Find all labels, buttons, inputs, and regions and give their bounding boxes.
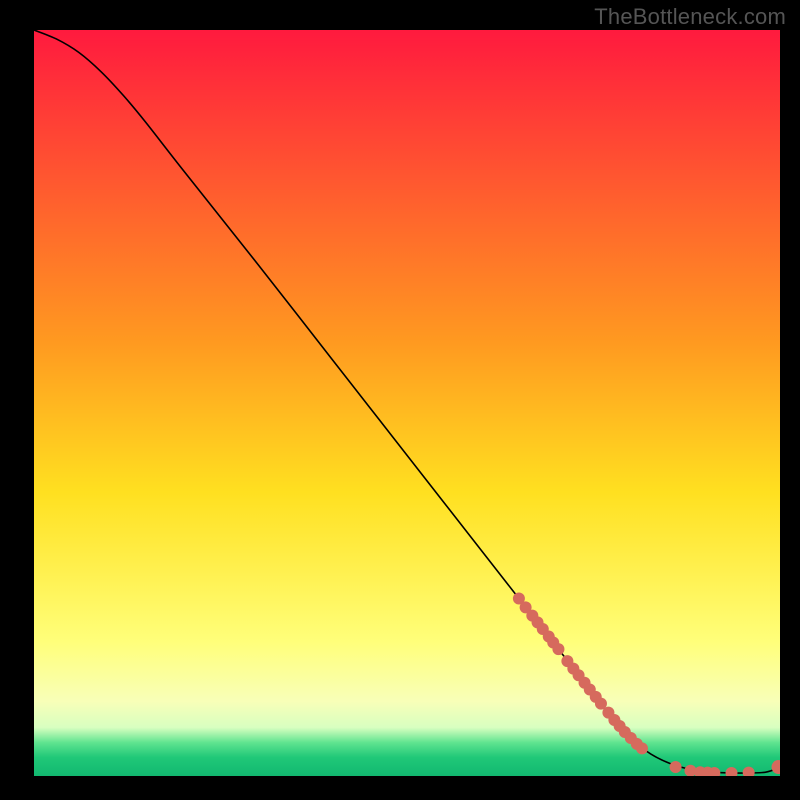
gradient-background [34,30,780,776]
scatter-point [670,761,682,773]
chart-svg [34,30,780,776]
watermark-text: TheBottleneck.com [594,4,786,30]
chart-frame: TheBottleneck.com [0,0,800,800]
scatter-point [636,742,648,754]
plot-area [34,30,780,776]
scatter-point [552,643,564,655]
